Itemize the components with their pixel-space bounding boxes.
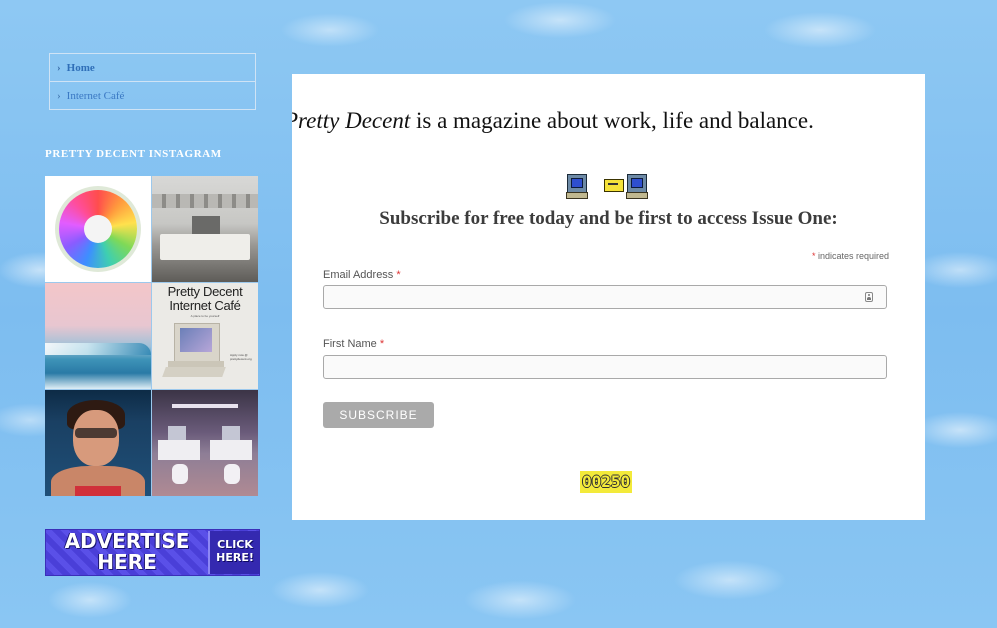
- nav-item-home[interactable]: › Home: [50, 54, 255, 81]
- email-field[interactable]: [324, 286, 886, 308]
- autofill-contact-icon[interactable]: [865, 292, 873, 302]
- color-wheel-image: [59, 190, 137, 268]
- first-name-field-wrapper: [323, 355, 887, 379]
- tile-apply-text: Apply now @ prettydecent.org: [230, 353, 252, 361]
- nav-item-internet-cafe[interactable]: › Internet Café: [50, 81, 255, 109]
- ocean-wave: [45, 343, 151, 355]
- chevron-right-icon: ›: [57, 61, 61, 74]
- click-here-text: CLICK HERE!: [216, 538, 254, 564]
- sidebar-nav: › Home › Internet Café: [49, 53, 256, 110]
- click-here-box[interactable]: CLICK HERE!: [208, 531, 260, 574]
- visitor-counter: 00250: [580, 471, 633, 493]
- required-asterisk: *: [396, 269, 401, 281]
- required-note-text: indicates required: [815, 251, 889, 261]
- retro-keyboard: [162, 367, 226, 377]
- first-name-label: First Name *: [323, 338, 384, 350]
- computer-icon: [626, 174, 648, 199]
- lab-chair: [172, 464, 188, 484]
- email-label-text: Email Address: [323, 269, 397, 281]
- lab-desk: [158, 440, 200, 460]
- email-field-wrapper: [323, 285, 887, 309]
- portrait-sunglasses: [75, 428, 117, 438]
- subscribe-button[interactable]: SUBSCRIBE: [323, 402, 434, 428]
- instagram-tile-internet-cafe[interactable]: Pretty Decent Internet Café A place to b…: [152, 283, 258, 389]
- advertise-text: ADVERTISE HERE: [64, 529, 190, 574]
- portrait-swimsuit: [75, 486, 121, 496]
- envelope-icon: [604, 179, 624, 192]
- magazine-name: Pretty Decent: [292, 108, 411, 133]
- first-name-label-text: First Name: [323, 338, 380, 350]
- instagram-tile-computer-lab[interactable]: [152, 390, 258, 496]
- tile-caption: Pretty Decent Internet Café: [167, 284, 243, 313]
- retro-icons: [566, 174, 657, 200]
- computer-icon: [566, 174, 588, 199]
- retro-screen: [180, 328, 212, 352]
- chevron-right-icon: ›: [57, 89, 61, 102]
- office-desks-row: [152, 194, 258, 208]
- instagram-tile-ocean[interactable]: [45, 283, 151, 389]
- portrait-face: [73, 410, 119, 466]
- instagram-heading: PRETTY DECENT INSTAGRAM: [45, 148, 222, 160]
- subscribe-card: Pretty Decent is a magazine about work, …: [292, 74, 925, 520]
- nav-item-label: Internet Café: [66, 89, 125, 102]
- nav-item-label: Home: [66, 61, 95, 74]
- email-label: Email Address *: [323, 269, 401, 281]
- instagram-grid: Pretty Decent Internet Café A place to b…: [45, 176, 258, 496]
- lab-chair: [224, 464, 240, 484]
- lab-computer: [168, 426, 186, 441]
- tagline: Pretty Decent is a magazine about work, …: [292, 108, 892, 134]
- office-paper-stack: [160, 234, 250, 260]
- required-note: * indicates required: [812, 251, 889, 261]
- tagline-text: is a magazine about work, life and balan…: [410, 108, 814, 133]
- tile-subcaption: A place to be yourself: [190, 314, 220, 318]
- first-name-field[interactable]: [324, 356, 886, 378]
- advertise-banner[interactable]: ADVERTISE HERE CLICK HERE!: [45, 529, 260, 576]
- instagram-tile-office[interactable]: [152, 176, 258, 282]
- required-asterisk: *: [379, 338, 385, 350]
- instagram-tile-color-wheel[interactable]: [45, 176, 151, 282]
- instagram-tile-portrait[interactable]: [45, 390, 151, 496]
- subscribe-heading: Subscribe for free today and be first to…: [379, 208, 838, 229]
- lab-desk: [210, 440, 252, 460]
- lab-ceiling: [172, 404, 238, 408]
- lab-computer: [222, 426, 240, 441]
